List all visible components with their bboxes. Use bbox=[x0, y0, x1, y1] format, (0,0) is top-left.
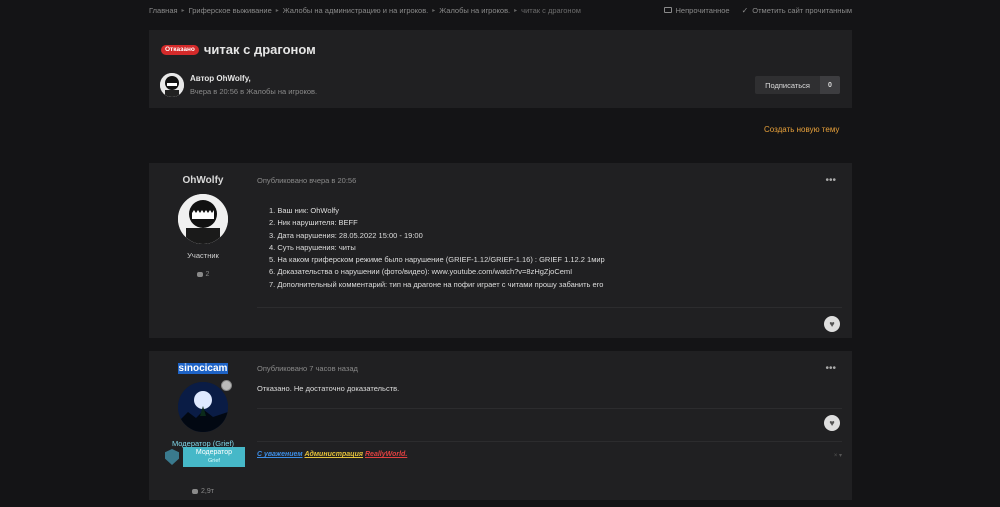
comment-icon bbox=[196, 272, 203, 277]
content-line: 1. Ваш ник: OhWolfy bbox=[269, 206, 340, 215]
mark-read-link[interactable]: ✓ Отметить сайт прочитанным bbox=[742, 6, 852, 15]
divider bbox=[257, 408, 842, 409]
unread-link[interactable]: Непрочитанное bbox=[663, 5, 730, 15]
avatar[interactable] bbox=[178, 194, 228, 244]
chevron-right-icon: ▸ bbox=[432, 7, 436, 14]
follow-count: 0 bbox=[820, 76, 840, 94]
post-date[interactable]: Опубликовано 7 часов назад bbox=[257, 364, 358, 373]
post-username[interactable]: OhWolfy bbox=[183, 175, 224, 186]
more-icon[interactable]: ••• bbox=[825, 175, 836, 186]
post-count: 2 bbox=[196, 271, 210, 278]
user-role: Участник bbox=[187, 251, 219, 260]
moderator-badge-box: Модератор Grief bbox=[183, 447, 245, 467]
follow-button[interactable]: Подписаться 0 bbox=[755, 76, 840, 94]
post-count-value: 2 bbox=[205, 271, 210, 278]
badge-title: Модератор bbox=[195, 449, 233, 456]
post-date[interactable]: Опубликовано вчера в 20:56 bbox=[257, 176, 356, 185]
post-count: 2,9т bbox=[192, 488, 214, 495]
breadcrumb-current: читак с драгоном bbox=[521, 5, 581, 15]
content-line: 2. Ник нарушителя: BEFF bbox=[269, 218, 358, 228]
author-name[interactable]: Автор OhWolfy, bbox=[190, 74, 317, 83]
top-bar: Главная ▸ Гриферское выживание ▸ Жалобы … bbox=[149, 4, 852, 16]
post-content: 1. Ваш ник: OhWolfy 2. Ник нарушителя: B… bbox=[269, 205, 605, 291]
content-line: 5. На каком гриферском режиме было наруш… bbox=[269, 255, 605, 265]
comment-icon bbox=[192, 489, 199, 494]
new-topic-link[interactable]: Создать новую тему bbox=[764, 125, 839, 134]
breadcrumb-complaints[interactable]: Жалобы на администрацию и на игроков. bbox=[283, 6, 428, 15]
post: OhWolfy Участник 2 Опубликовано вчера в … bbox=[149, 163, 852, 338]
chevron-right-icon: ▸ bbox=[275, 7, 279, 14]
moderator-badge: Модератор Grief bbox=[165, 447, 245, 467]
post-count-value: 2,9т bbox=[201, 488, 214, 495]
divider bbox=[257, 441, 842, 442]
divider bbox=[257, 307, 842, 308]
unread-icon bbox=[663, 7, 672, 13]
heart-icon[interactable]: ♥ bbox=[824, 316, 840, 332]
thread-meta: Вчера в 20:56 в Жалобы на игроков. bbox=[190, 87, 318, 96]
content-line: 3. Дата нарушения: 28.05.2022 15:00 - 19… bbox=[269, 230, 423, 240]
signature-part[interactable]: ReallyWorld. bbox=[365, 451, 407, 458]
more-icon[interactable]: ••• bbox=[825, 363, 836, 374]
chevron-right-icon: ▸ bbox=[514, 7, 518, 14]
breadcrumb: Главная ▸ Гриферское выживание ▸ Жалобы … bbox=[149, 6, 581, 15]
post-username[interactable]: sinocicam bbox=[177, 363, 229, 374]
heart-icon[interactable]: ♥ bbox=[824, 415, 840, 431]
content-line: 7. Дополнительный комментарий: тип на др… bbox=[269, 279, 604, 289]
content-line: 6. Доказательства о нарушении (фото/виде… bbox=[269, 267, 573, 277]
thread-header: Отказано читак с драгоном Автор OhWolfy,… bbox=[149, 30, 852, 108]
avatar[interactable] bbox=[178, 382, 228, 432]
signature-toggle-icon[interactable]: × ▾ bbox=[834, 452, 842, 459]
signature: С уважением Администрация ReallyWorld. bbox=[257, 451, 407, 458]
chevron-right-icon: ▸ bbox=[181, 7, 185, 14]
mark-read-label: Отметить сайт прочитанным bbox=[752, 5, 852, 15]
avatar[interactable] bbox=[160, 73, 184, 97]
rank-icon bbox=[221, 380, 232, 391]
signature-part[interactable]: Администрация bbox=[305, 451, 364, 458]
follow-label: Подписаться bbox=[765, 80, 810, 90]
breadcrumb-grief[interactable]: Гриферское выживание bbox=[189, 6, 272, 15]
post-content: Отказано. Не достаточно доказательств. bbox=[257, 384, 400, 393]
breadcrumb-player-complaints[interactable]: Жалобы на игроков. bbox=[439, 6, 510, 15]
unread-label: Непрочитанное bbox=[675, 5, 730, 15]
signature-part[interactable]: С уважением bbox=[257, 451, 303, 458]
content-line: 4. Суть нарушения: читы bbox=[269, 242, 356, 252]
status-badge: Отказано bbox=[161, 44, 199, 55]
shield-icon bbox=[165, 449, 179, 465]
page-title: читак с драгоном bbox=[203, 42, 316, 57]
badge-sub: Grief bbox=[208, 458, 220, 464]
breadcrumb-home[interactable]: Главная bbox=[149, 6, 178, 15]
post: sinocicam Модератор (Grief) 2,9т Модерат… bbox=[149, 351, 852, 500]
check-icon: ✓ bbox=[741, 5, 749, 15]
